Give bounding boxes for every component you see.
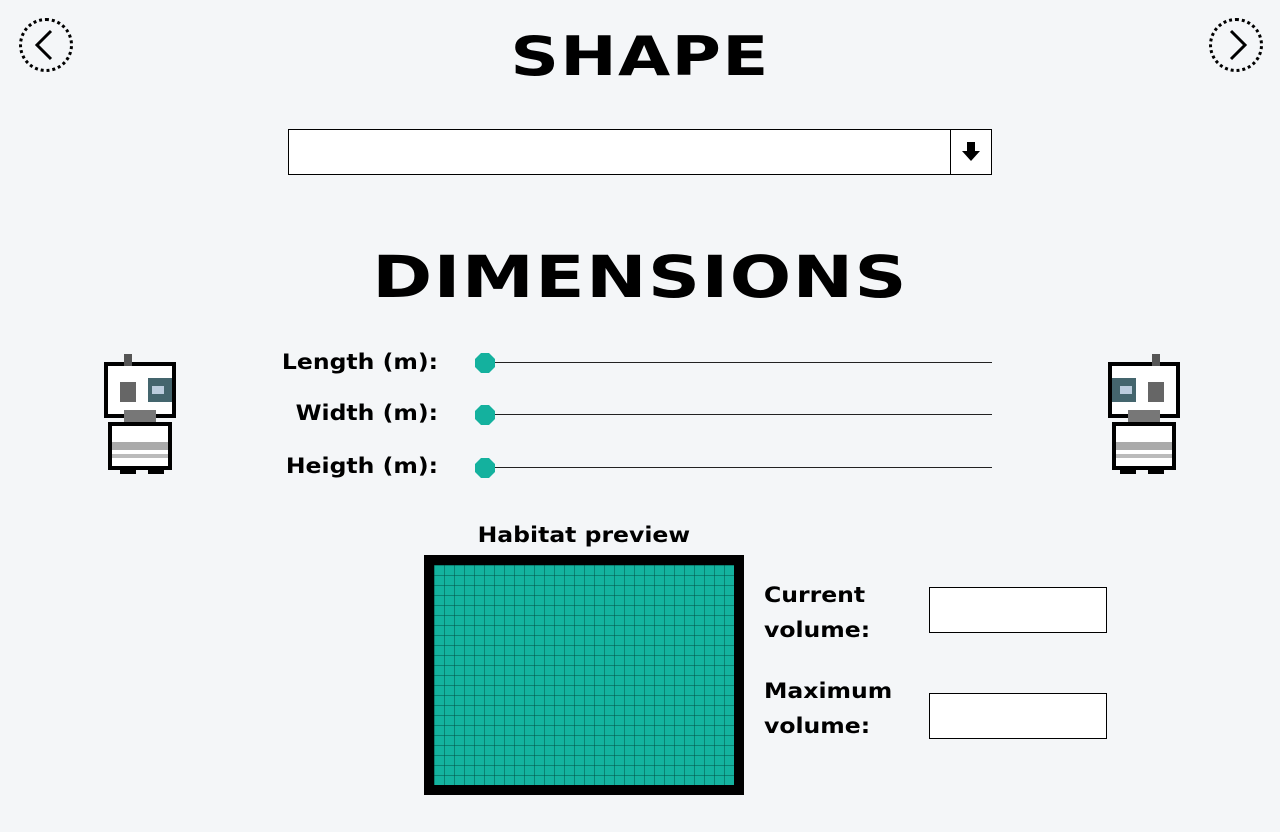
slider-thumb[interactable] bbox=[475, 405, 495, 425]
habitat-preview bbox=[424, 555, 744, 795]
width-label: Width (m): bbox=[295, 401, 438, 425]
slider-track bbox=[484, 362, 992, 363]
preview-title: Habitat preview bbox=[477, 523, 691, 547]
slider-track bbox=[484, 414, 992, 415]
length-label: Length (m): bbox=[281, 350, 438, 374]
maximum-volume-field[interactable] bbox=[929, 693, 1107, 739]
slider-thumb[interactable] bbox=[475, 458, 495, 478]
robot-mascot-icon bbox=[104, 354, 176, 474]
height-label: Heigth (m): bbox=[285, 454, 438, 478]
slider-thumb[interactable] bbox=[475, 353, 495, 373]
width-slider[interactable] bbox=[474, 405, 992, 425]
slider-track bbox=[484, 467, 992, 468]
chevron-right-icon bbox=[1229, 29, 1248, 61]
dimensions-title: DIMENSIONS bbox=[372, 243, 908, 311]
prev-button[interactable] bbox=[19, 18, 73, 72]
current-volume-field[interactable] bbox=[929, 587, 1107, 633]
height-slider[interactable] bbox=[474, 458, 992, 478]
robot-mascot-icon bbox=[1108, 354, 1180, 474]
arrow-down-icon bbox=[962, 142, 980, 161]
length-slider[interactable] bbox=[474, 353, 992, 373]
current-volume-label: Current volume: bbox=[764, 583, 871, 642]
shape-select[interactable] bbox=[288, 129, 992, 175]
shape-title: SHAPE bbox=[510, 25, 770, 88]
dropdown-toggle[interactable] bbox=[950, 130, 991, 174]
next-button[interactable] bbox=[1209, 18, 1263, 72]
maximum-volume-label: Maximum volume: bbox=[764, 679, 893, 738]
chevron-left-icon bbox=[34, 29, 53, 61]
